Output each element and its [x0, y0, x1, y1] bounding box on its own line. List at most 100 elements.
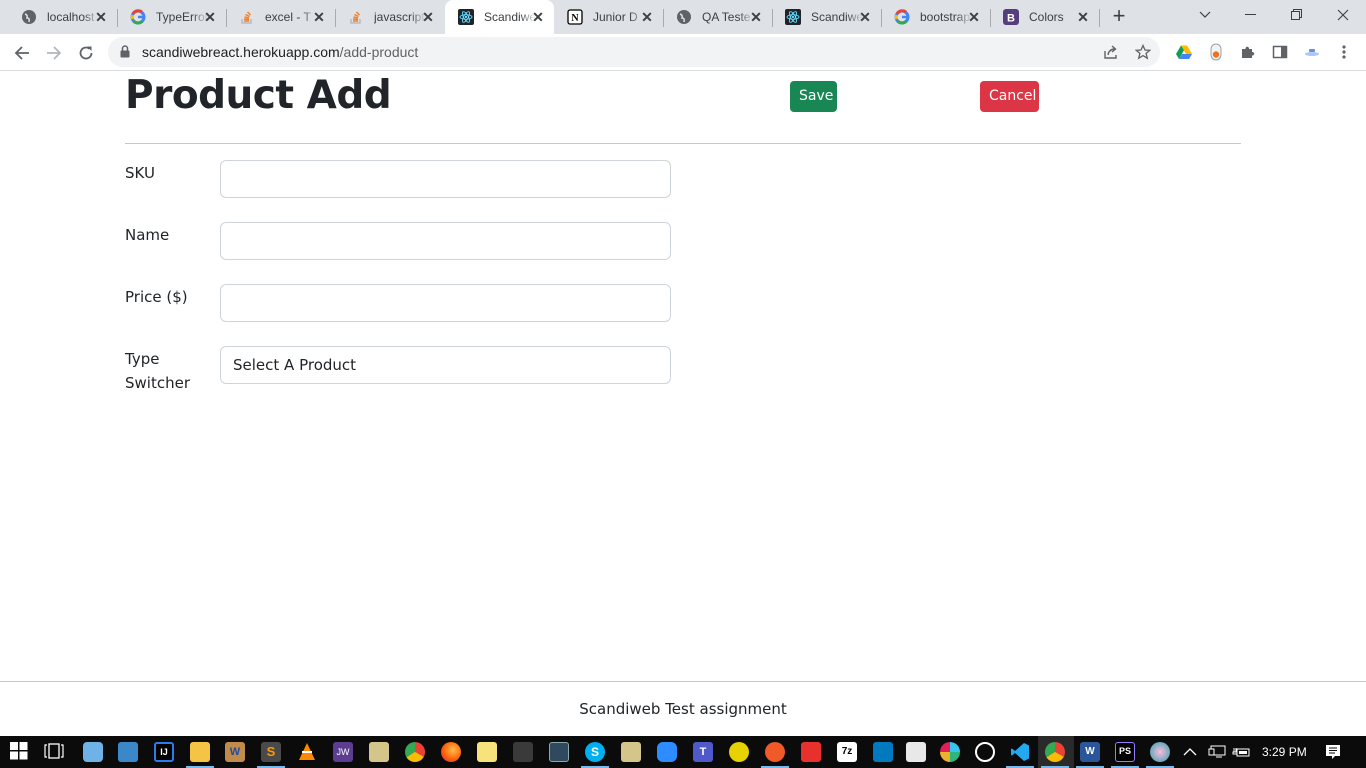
browser-tab[interactable]: localhost ✕: [8, 0, 118, 34]
paint-icon[interactable]: [1150, 742, 1170, 762]
react-icon: [785, 9, 801, 25]
browser-tab[interactable]: excel - T ✕: [226, 0, 336, 34]
svg-text:B: B: [1007, 13, 1015, 25]
forward-button[interactable]: [41, 40, 67, 66]
type-switcher-selected-value: Select A Product: [233, 356, 357, 374]
cancel-button[interactable]: Cancel: [980, 81, 1039, 112]
notepad-icon[interactable]: [906, 742, 926, 762]
browser-tab[interactable]: Scandiweb ✕: [772, 0, 882, 34]
close-tab-icon[interactable]: ✕: [420, 9, 436, 25]
sku-input[interactable]: [220, 160, 671, 198]
globe-icon: [21, 9, 37, 25]
browser-tab[interactable]: B Colors ✕: [990, 0, 1100, 34]
type-switcher-select[interactable]: Select A Product: [220, 346, 671, 384]
lock-icon[interactable]: [120, 45, 130, 63]
alarm-clock-icon[interactable]: [975, 742, 995, 762]
type-switcher-label-line1: Type: [125, 350, 160, 368]
tab-title: Scandiweb: [811, 10, 863, 24]
show-hidden-icons-chevron[interactable]: [1183, 736, 1197, 768]
bootstrap-icon: B: [1003, 9, 1019, 25]
profile-avatar-icon[interactable]: [1303, 43, 1321, 61]
name-label: Name: [125, 226, 170, 244]
share-icon[interactable]: [1102, 43, 1120, 61]
archive-tool-icon[interactable]: [369, 742, 389, 762]
extensions-puzzle-icon[interactable]: [1239, 43, 1257, 61]
virtualbox-icon[interactable]: [83, 742, 103, 762]
tab-title: Junior D: [593, 10, 638, 24]
close-tab-icon[interactable]: ✕: [639, 9, 655, 25]
trello-icon[interactable]: [873, 742, 893, 762]
chrome-icon[interactable]: [405, 742, 425, 762]
yellow-app-icon[interactable]: [729, 742, 749, 762]
close-tab-icon[interactable]: ✕: [748, 9, 764, 25]
name-input[interactable]: [220, 222, 671, 260]
tab-search-chevron-icon[interactable]: [1182, 0, 1228, 30]
tab-title: QA Teste: [702, 10, 751, 24]
browser-tab[interactable]: TypeError ✕: [117, 0, 227, 34]
file-explorer-icon[interactable]: [190, 742, 210, 762]
7zip-icon[interactable]: 7z: [837, 742, 857, 762]
price-label: Price ($): [125, 288, 188, 306]
minimize-button[interactable]: [1228, 0, 1274, 30]
close-tab-icon[interactable]: ✕: [1075, 9, 1091, 25]
teams-icon[interactable]: T: [693, 742, 713, 762]
close-tab-icon[interactable]: ✕: [311, 9, 327, 25]
react-icon: [458, 9, 474, 25]
side-panel-icon[interactable]: [1271, 43, 1289, 61]
close-tab-icon[interactable]: ✕: [530, 9, 546, 25]
save-button[interactable]: Save: [790, 81, 837, 112]
intellij-icon[interactable]: IJ: [154, 742, 174, 762]
task-view-icon[interactable]: [44, 742, 64, 762]
close-tab-icon[interactable]: ✕: [966, 9, 982, 25]
reload-button[interactable]: [73, 40, 99, 66]
url-text[interactable]: scandiwebreact.herokuapp.com/add-product: [142, 44, 418, 60]
archive-tool-icon-2[interactable]: [621, 742, 641, 762]
google-drive-icon[interactable]: [1175, 43, 1193, 61]
sublime-text-icon[interactable]: S: [261, 742, 281, 762]
command-prompt-icon[interactable]: [549, 742, 569, 762]
restore-button[interactable]: [1274, 0, 1320, 30]
browser-tab[interactable]: javascript ✕: [335, 0, 444, 34]
browser-tab[interactable]: QA Teste ✕: [663, 0, 773, 34]
tab-title: excel - T: [265, 10, 311, 24]
windows-start-icon[interactable]: [10, 742, 30, 762]
browser-tab[interactable]: N Junior D ✕: [554, 0, 664, 34]
skype-icon[interactable]: S: [585, 742, 605, 762]
browser-tab[interactable]: bootstrap ✕: [881, 0, 991, 34]
chrome-running-icon[interactable]: [1045, 742, 1065, 762]
close-tab-icon[interactable]: ✕: [202, 9, 218, 25]
phpstorm-icon[interactable]: PS: [1115, 742, 1135, 762]
vscode-icon[interactable]: [1010, 742, 1030, 762]
network-icon[interactable]: [1208, 736, 1226, 768]
sticky-notes-icon[interactable]: [477, 742, 497, 762]
bookmark-star-icon[interactable]: [1134, 43, 1152, 61]
browser-tab-strip: localhost ✕ TypeError ✕ excel - T ✕ java…: [0, 0, 1366, 34]
price-input[interactable]: [220, 284, 671, 322]
clock-time[interactable]: 3:29 PM: [1262, 736, 1307, 768]
new-tab-button[interactable]: +: [1107, 5, 1131, 29]
extension-record-icon[interactable]: [1207, 43, 1225, 61]
slack-icon[interactable]: [940, 742, 960, 762]
wordpad-icon[interactable]: W: [225, 742, 245, 762]
postman-icon[interactable]: [765, 742, 785, 762]
close-tab-icon[interactable]: ✕: [857, 9, 873, 25]
anydesk-icon[interactable]: [801, 742, 821, 762]
browser-menu-icon[interactable]: [1335, 43, 1353, 61]
action-center-icon[interactable]: [1325, 736, 1341, 768]
vlc-icon[interactable]: [297, 742, 317, 762]
type-switcher-label: Type Switcher: [125, 347, 190, 395]
battery-icon[interactable]: [1232, 736, 1250, 768]
address-bar[interactable]: scandiwebreact.herokuapp.com/add-product: [108, 37, 1160, 67]
type-switcher-label-line2: Switcher: [125, 374, 190, 392]
url-host: scandiwebreact.herokuapp.com: [142, 44, 340, 60]
word-icon[interactable]: W: [1080, 742, 1100, 762]
close-window-button[interactable]: [1320, 0, 1366, 30]
remote-desktop-icon[interactable]: [513, 742, 533, 762]
browser-tab-active[interactable]: Scandiweb ✕: [445, 0, 554, 34]
jw-app-icon[interactable]: JW: [333, 742, 353, 762]
back-button[interactable]: [9, 40, 35, 66]
network-tool-icon[interactable]: [118, 742, 138, 762]
zoom-app-icon[interactable]: [657, 742, 677, 762]
close-tab-icon[interactable]: ✕: [93, 9, 109, 25]
firefox-icon[interactable]: [441, 742, 461, 762]
